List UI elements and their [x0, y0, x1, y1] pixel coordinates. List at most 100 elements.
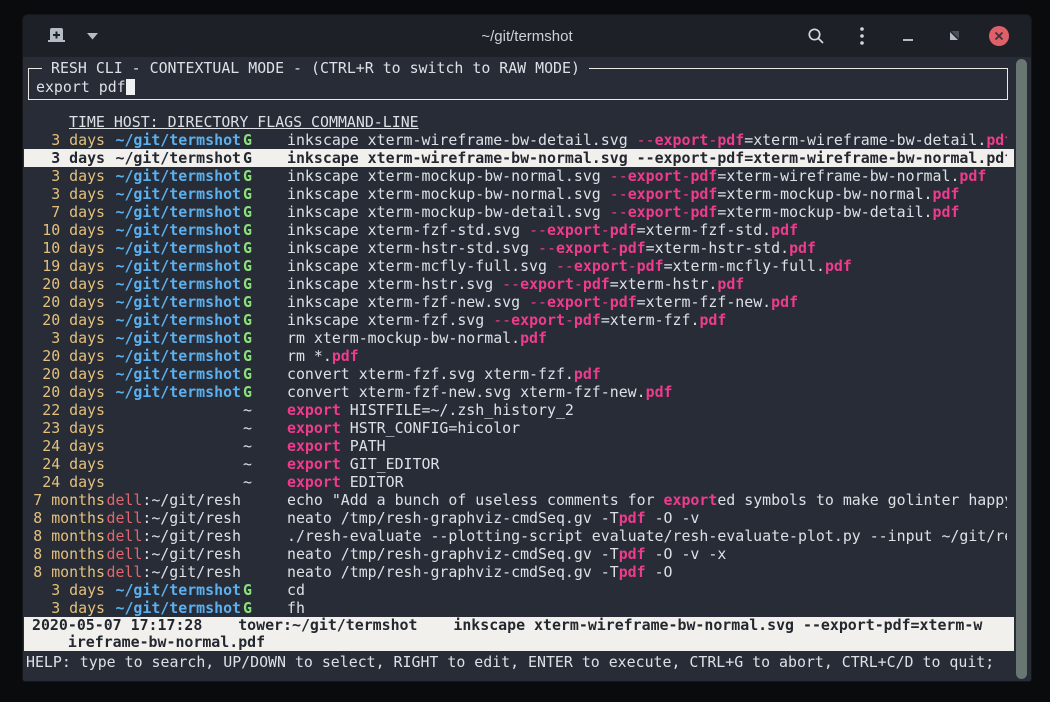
row-command: inkscape xterm-mcfly-full.svg --export-p… — [287, 257, 1007, 275]
row-flags: G — [241, 347, 261, 365]
history-row[interactable]: 23 days~export HSTR_CONFIG=hicolor — [24, 419, 1014, 437]
detail-line1: 2020-05-07 17:17:28 tower:~/git/termshot… — [32, 616, 982, 634]
history-row[interactable]: 3 days~/git/termshotGinkscape xterm-mock… — [24, 185, 1014, 203]
row-time: 8 months — [33, 545, 105, 563]
row-time: 8 months — [33, 527, 105, 545]
command-segment: rm *. — [287, 347, 332, 365]
row-flags: G — [241, 149, 261, 167]
row-time: 3 days — [33, 599, 105, 617]
history-row[interactable]: 3 days~/git/termshotGinkscape xterm-wire… — [24, 131, 1014, 149]
history-row[interactable]: 20 days~/git/termshotGrm *.pdf — [24, 347, 1014, 365]
command-segment: HISTFILE=~/.zsh_history_2 — [341, 401, 574, 419]
history-row[interactable]: 8 monthsdell:~/git/reshneato /tmp/resh-g… — [24, 545, 1014, 563]
command-segment: - — [565, 311, 574, 329]
resh-search-panel: RESH CLI - CONTEXTUAL MODE - (CTRL+R to … — [28, 59, 1008, 100]
history-row[interactable]: 20 days~/git/termshotGconvert xterm-fzf-… — [24, 383, 1014, 401]
history-row[interactable]: 10 days~/git/termshotGinkscape xterm-hst… — [24, 239, 1014, 257]
command-segment: inkscape xterm-fzf-new.svg — [287, 293, 529, 311]
command-segment: -- — [529, 221, 547, 239]
command-segment: cd — [287, 581, 305, 599]
history-row[interactable]: 20 days~/git/termshotGinkscape xterm-fzf… — [24, 311, 1014, 329]
command-segment: pdf — [520, 329, 547, 347]
command-segment: - — [601, 221, 610, 239]
command-segment: pdf — [717, 149, 744, 167]
command-segment: inkscape xterm-wireframe-bw-normal.svg — [287, 149, 637, 167]
command-segment: inkscape xterm-hstr-std.svg — [287, 239, 538, 257]
command-segment: =xterm-fzf-std. — [637, 221, 771, 239]
row-command: export GIT_EDITOR — [287, 455, 1007, 473]
command-segment: pdf — [574, 311, 601, 329]
row-directory: dell:~/git/resh — [105, 563, 241, 581]
row-time: 19 days — [33, 257, 105, 275]
row-time: 24 days — [33, 437, 105, 455]
menu-button[interactable] — [851, 25, 873, 47]
row-command: inkscape xterm-fzf-std.svg --export-pdf=… — [287, 221, 1007, 239]
command-segment: -- — [637, 131, 655, 149]
search-input[interactable]: export pdf — [32, 77, 1007, 96]
history-row[interactable]: 24 days~export EDITOR — [24, 473, 1014, 491]
command-segment: -- — [556, 257, 574, 275]
row-command: inkscape xterm-mockup-bw-detail.svg --ex… — [287, 203, 1007, 221]
command-segment: neato /tmp/resh-graphviz-cmdSeq.gv -T — [287, 509, 619, 527]
new-tab-button[interactable] — [45, 25, 67, 47]
row-flags: G — [241, 257, 261, 275]
command-segment: convert xterm-fzf-new.svg xterm-fzf-new. — [287, 383, 646, 401]
command-segment: =xterm-wireframe-bw-detail. — [744, 131, 986, 149]
row-command: export HISTFILE=~/.zsh_history_2 — [287, 401, 1007, 419]
restore-button[interactable] — [943, 25, 965, 47]
history-row[interactable]: 8 monthsdell:~/git/reshneato /tmp/resh-g… — [24, 509, 1014, 527]
row-flags — [241, 527, 261, 545]
command-segment: -- — [538, 239, 556, 257]
history-row[interactable]: 24 days~export GIT_EDITOR — [24, 455, 1014, 473]
row-command: rm *.pdf — [287, 347, 1007, 365]
history-row[interactable]: 20 days~/git/termshotGinkscape xterm-fzf… — [24, 293, 1014, 311]
row-directory: ~/git/termshot — [105, 581, 241, 599]
row-directory: ~/git/termshot — [105, 203, 241, 221]
history-row[interactable]: 7 monthsdell:~/git/reshecho "Add a bunch… — [24, 491, 1014, 509]
history-row[interactable]: 20 days~/git/termshotGinkscape xterm-hst… — [24, 275, 1014, 293]
history-row[interactable]: 3 days~/git/termshotGrm xterm-mockup-bw-… — [24, 329, 1014, 347]
row-time: 3 days — [33, 329, 105, 347]
row-flags: G — [241, 293, 261, 311]
history-row[interactable]: 8 monthsdell:~/git/reshneato /tmp/resh-g… — [24, 563, 1014, 581]
row-directory: ~/git/termshot — [105, 599, 241, 617]
row-flags — [241, 545, 261, 563]
text-cursor — [126, 79, 135, 95]
table-header: TIME HOST: DIRECTORY FLAGS COMMAND-LINE — [33, 113, 419, 131]
titlebar: ~/git/termshot — [23, 15, 1031, 57]
history-row[interactable]: 22 days~export HISTFILE=~/.zsh_history_2 — [24, 401, 1014, 419]
command-segment: - — [708, 131, 717, 149]
history-row[interactable]: 3 days~/git/termshotGcd — [24, 581, 1014, 599]
tab-chooser-button[interactable] — [81, 25, 103, 47]
row-command: inkscape xterm-mockup-bw-normal.svg --ex… — [287, 185, 1007, 203]
history-row[interactable]: 24 days~export PATH — [24, 437, 1014, 455]
history-row[interactable]: 20 days~/git/termshotGconvert xterm-fzf.… — [24, 365, 1014, 383]
row-directory: ~/git/termshot — [105, 329, 241, 347]
history-row[interactable]: 19 days~/git/termshotGinkscape xterm-mcf… — [24, 257, 1014, 275]
command-segment: export — [287, 473, 341, 491]
row-command: cd — [287, 581, 1007, 599]
history-row[interactable]: 8 monthsdell:~/git/resh./resh-evaluate -… — [24, 527, 1014, 545]
search-button[interactable] — [805, 25, 827, 47]
history-row[interactable]: 3 days~/git/termshotGinkscape xterm-wire… — [24, 149, 1014, 167]
close-button[interactable] — [989, 26, 1009, 46]
command-segment: pdf — [637, 257, 664, 275]
row-command: neato /tmp/resh-graphviz-cmdSeq.gv -Tpdf… — [287, 509, 1007, 527]
command-segment: pdf — [574, 365, 601, 383]
history-row[interactable]: 10 days~/git/termshotGinkscape xterm-fzf… — [24, 221, 1014, 239]
history-row[interactable]: 3 days~/git/termshotGfh — [24, 599, 1014, 617]
command-segment: inkscape xterm-hstr.svg — [287, 275, 502, 293]
row-time: 20 days — [33, 311, 105, 329]
scrollbar-thumb[interactable] — [1016, 59, 1027, 679]
minimize-button[interactable] — [897, 25, 919, 47]
history-row[interactable]: 3 days~/git/termshotGinkscape xterm-mock… — [24, 167, 1014, 185]
row-path: ~/git/termshot — [115, 203, 241, 221]
command-segment: -- — [493, 311, 511, 329]
history-row[interactable]: 7 days~/git/termshotGinkscape xterm-mock… — [24, 203, 1014, 221]
row-flags: G — [241, 275, 261, 293]
history-rows: 3 days~/git/termshotGinkscape xterm-wire… — [24, 131, 1014, 617]
command-segment: pdf — [933, 203, 960, 221]
row-directory: dell:~/git/resh — [105, 545, 241, 563]
resh-mode-legend: RESH CLI - CONTEXTUAL MODE - (CTRL+R to … — [42, 59, 589, 77]
row-directory: ~/git/termshot — [105, 131, 241, 149]
